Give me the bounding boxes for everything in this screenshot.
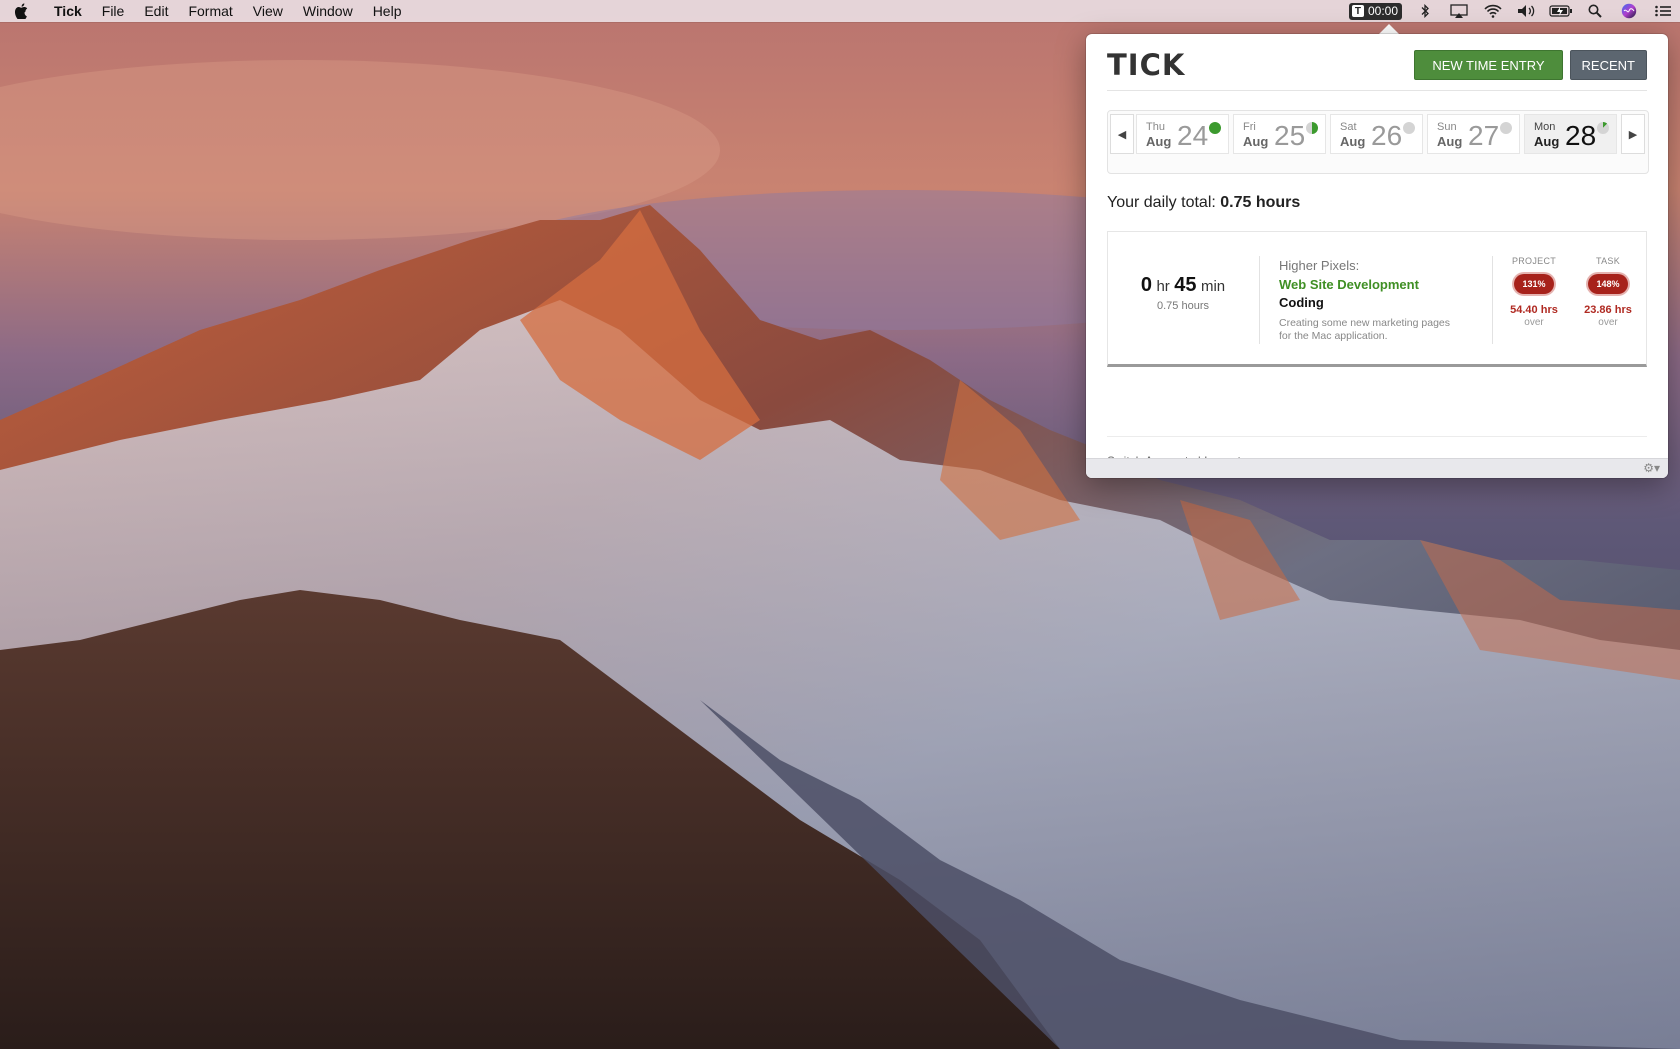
tick-timer-value: 00:00 [1367, 4, 1398, 18]
entry-note: Creating some new marketing pages for th… [1279, 317, 1479, 343]
notification-center-icon[interactable] [1646, 0, 1680, 22]
day-number: 27 [1468, 120, 1500, 151]
battery-icon[interactable] [1544, 0, 1578, 22]
task-over-label: over [1598, 317, 1618, 328]
day-fri-25[interactable]: Fri Aug 25 [1233, 114, 1326, 154]
duration-hours: 0 [1140, 274, 1152, 296]
chevron-left-icon: ◀ [1117, 128, 1127, 141]
project-over-value: 54.40 hrs [1510, 304, 1558, 316]
task-budget-percent-badge: 148% [1588, 274, 1628, 294]
tick-logo: TICK [1107, 48, 1186, 82]
task-budget: TASK 148% 23.86 hrs over [1576, 256, 1640, 328]
daily-total-label: Your daily total: [1107, 194, 1216, 211]
day-number: 25 [1274, 120, 1306, 151]
day-of-week: Sat [1340, 121, 1357, 133]
daily-total: Your daily total: 0.75 hours [1107, 194, 1300, 212]
day-mon-28[interactable]: Mon Aug 28 [1524, 114, 1617, 154]
day-number: 28 [1565, 120, 1597, 151]
spotlight-search-icon[interactable] [1578, 0, 1612, 22]
apple-logo-icon[interactable] [0, 3, 44, 19]
tick-timer-icon: T [1351, 5, 1364, 17]
project-over-label: over [1524, 317, 1544, 328]
project-budget: PROJECT 131% 54.40 hrs over [1502, 256, 1566, 328]
airplay-icon[interactable] [1442, 0, 1476, 22]
entry-note-line: Creating some new marketing pages [1279, 317, 1451, 329]
menu-file[interactable]: File [92, 3, 135, 19]
wifi-icon[interactable] [1476, 0, 1510, 22]
date-strip: ◀ Thu Aug 24 Fri Aug 25 Sat Aug 26 Sun A… [1107, 110, 1649, 174]
day-sun-27[interactable]: Sun Aug 27 [1427, 114, 1520, 154]
entry-duration: 0 hr 45 min 0.75 hours [1108, 274, 1258, 312]
entry-client: Higher Pixels: [1279, 258, 1360, 273]
popover-bottom-bar: ⚙▾ [1086, 458, 1668, 478]
footer-divider [1107, 436, 1647, 437]
project-budget-label: PROJECT [1511, 256, 1557, 266]
new-time-entry-button[interactable]: NEW TIME ENTRY [1414, 50, 1563, 80]
day-partial-status-icon [1597, 122, 1609, 134]
tick-timer-status-item[interactable]: T 00:00 [1348, 2, 1402, 20]
day-empty-status-icon [1403, 122, 1415, 134]
menu-window[interactable]: Window [293, 3, 363, 19]
day-of-week: Thu [1146, 121, 1165, 133]
day-partial-status-icon [1306, 122, 1318, 134]
tick-popover: TICK NEW TIME ENTRY RECENT ◀ Thu Aug 24 … [1086, 34, 1668, 478]
day-month: Aug [1243, 134, 1269, 149]
day-sat-26[interactable]: Sat Aug 26 [1330, 114, 1423, 154]
bluetooth-icon[interactable] [1408, 0, 1442, 22]
day-of-week: Sun [1437, 121, 1457, 133]
siri-icon[interactable] [1612, 0, 1646, 22]
entry-task: Coding [1279, 295, 1324, 310]
day-complete-status-icon [1209, 122, 1221, 134]
menu-help[interactable]: Help [363, 3, 412, 19]
task-over-value: 23.86 hrs [1584, 304, 1632, 316]
entry-note-line: for the Mac application. [1279, 330, 1388, 342]
gear-icon[interactable]: ⚙▾ [1643, 461, 1660, 475]
day-of-week: Fri [1243, 121, 1256, 133]
recent-button[interactable]: RECENT [1569, 50, 1647, 80]
day-month: Aug [1146, 134, 1172, 149]
day-thu-24[interactable]: Thu Aug 24 [1136, 114, 1229, 154]
day-of-week: Mon [1534, 121, 1556, 133]
duration-minutes-unit: min [1200, 278, 1226, 295]
day-number: 24 [1177, 120, 1209, 151]
time-entry-card[interactable]: 0 hr 45 min 0.75 hours Higher Pixels: We… [1107, 231, 1647, 367]
menu-view[interactable]: View [243, 3, 293, 19]
entry-project-link[interactable]: Web Site Development [1279, 277, 1479, 292]
menu-format[interactable]: Format [178, 3, 242, 19]
project-budget-percent-badge: 131% [1514, 274, 1554, 294]
previous-day-button[interactable]: ◀ [1110, 114, 1134, 154]
daily-total-value: 0.75 hours [1220, 194, 1301, 211]
day-number: 26 [1371, 120, 1403, 151]
task-budget-label: TASK [1595, 256, 1621, 266]
menu-edit[interactable]: Edit [134, 3, 178, 19]
duration-minutes: 45 [1174, 274, 1197, 296]
volume-icon[interactable] [1510, 0, 1544, 22]
divider [1259, 256, 1260, 344]
day-empty-status-icon [1500, 122, 1512, 134]
menu-app-name[interactable]: Tick [44, 3, 92, 19]
next-day-button[interactable]: ▶ [1621, 114, 1645, 154]
popover-header: TICK NEW TIME ENTRY RECENT [1107, 34, 1647, 91]
duration-decimal-hours: 0.75 hours [1157, 300, 1209, 312]
day-month: Aug [1340, 134, 1366, 149]
entry-details: Higher Pixels: Web Site Development Codi… [1279, 258, 1479, 343]
divider [1492, 256, 1493, 344]
day-month: Aug [1437, 134, 1463, 149]
day-month: Aug [1534, 134, 1560, 149]
duration-hours-unit: hr [1156, 278, 1170, 295]
chevron-right-icon: ▶ [1628, 128, 1638, 141]
menu-bar: Tick File Edit Format View Window Help T… [0, 0, 1680, 22]
